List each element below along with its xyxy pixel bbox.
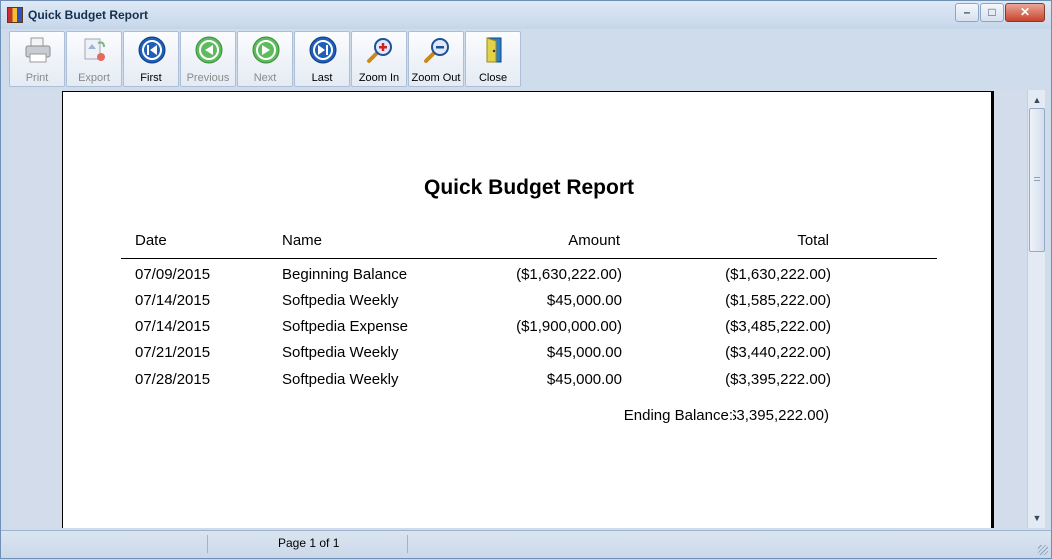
row-name: Beginning Balance — [282, 266, 408, 283]
next-page-button[interactable]: Next — [237, 31, 293, 87]
door-icon — [486, 37, 502, 63]
window-controls: – □ ✕ — [954, 3, 1045, 22]
title-bar[interactable]: Quick Budget Report – □ ✕ — [1, 1, 1051, 29]
window-title: Quick Budget Report — [28, 8, 149, 22]
printer-icon — [25, 37, 51, 63]
last-page-button[interactable]: Last — [294, 31, 350, 87]
close-window-button[interactable]: ✕ — [1005, 3, 1045, 22]
app-icon — [7, 7, 23, 23]
row-name: Softpedia Weekly — [282, 292, 399, 309]
ending-balance-label: Ending Balance: — [623, 407, 733, 424]
print-label: Print — [25, 72, 49, 84]
last-label: Last — [311, 72, 333, 84]
row-date: 07/09/2015 — [135, 266, 211, 283]
close-button[interactable]: Close — [465, 31, 521, 87]
row-amount: $45,000.00 — [546, 292, 622, 309]
zoom-in-label: Zoom In — [358, 72, 400, 84]
row-total: ($1,585,222.00) — [725, 292, 831, 309]
report-window: Quick Budget Report – □ ✕ Print Export F… — [0, 0, 1052, 559]
zoom-in-icon — [367, 38, 392, 63]
export-label: Export — [78, 72, 110, 84]
row-name: Softpedia Weekly — [282, 371, 399, 388]
report-preview-area[interactable]: Quick Budget Report Date Name Amount Tot… — [9, 90, 1027, 528]
report-page: Quick Budget Report Date Name Amount Tot… — [62, 91, 994, 528]
row-total: ($3,485,222.00) — [725, 318, 831, 335]
column-header-name: Name — [282, 232, 323, 249]
report-title: Quick Budget Report — [423, 176, 634, 199]
row-total: ($1,630,222.00) — [725, 266, 831, 283]
column-header-amount: Amount — [568, 232, 620, 249]
row-date: 07/28/2015 — [135, 371, 211, 388]
row-amount: $45,000.00 — [546, 344, 622, 361]
export-button[interactable]: Export — [66, 31, 122, 87]
minimize-button[interactable]: – — [955, 3, 979, 22]
last-page-icon — [309, 36, 337, 64]
zoom-out-button[interactable]: Zoom Out — [408, 31, 464, 87]
row-date: 07/14/2015 — [135, 318, 211, 335]
toolbar: Print Export First Previous Next Last Zo… — [9, 31, 522, 87]
row-date: 07/21/2015 — [135, 344, 211, 361]
page-indicator: Page 1 of 1 — [278, 536, 340, 550]
status-divider — [207, 535, 208, 553]
row-amount: ($1,630,222.00) — [516, 266, 622, 283]
row-amount: ($1,900,000.00) — [516, 318, 622, 335]
maximize-button[interactable]: □ — [980, 3, 1004, 22]
zoom-out-label: Zoom Out — [411, 72, 461, 84]
close-icon: ✕ — [1019, 5, 1031, 19]
row-amount: $45,000.00 — [546, 371, 622, 388]
first-label: First — [140, 72, 162, 84]
scroll-down-arrow-icon[interactable]: ▼ — [1029, 510, 1045, 526]
previous-label: Previous — [186, 72, 230, 84]
previous-page-button[interactable]: Previous — [180, 31, 236, 87]
scroll-up-arrow-icon[interactable]: ▲ — [1029, 92, 1045, 108]
previous-page-icon — [195, 36, 223, 64]
row-date: 07/14/2015 — [135, 292, 211, 309]
row-total: ($3,440,222.00) — [725, 344, 831, 361]
vertical-scrollbar[interactable]: ▲ ▼ — [1027, 90, 1045, 528]
minimize-icon: – — [963, 5, 971, 19]
zoom-in-button[interactable]: Zoom In — [351, 31, 407, 87]
grip-icon — [1034, 177, 1040, 181]
maximize-icon: □ — [988, 5, 996, 19]
next-page-icon — [252, 36, 280, 64]
row-name: Softpedia Expense — [282, 318, 408, 335]
column-header-total: Total — [797, 232, 829, 249]
close-label: Close — [478, 72, 508, 84]
zoom-out-icon — [424, 38, 449, 63]
first-page-button[interactable]: First — [123, 31, 179, 87]
row-name: Softpedia Weekly — [282, 344, 399, 361]
export-icon — [84, 38, 105, 61]
next-label: Next — [253, 72, 277, 84]
header-rule — [121, 258, 937, 259]
print-button[interactable]: Print — [9, 31, 65, 87]
resize-grip-icon[interactable] — [1038, 545, 1048, 555]
column-header-date: Date — [135, 232, 167, 249]
row-total: ($3,395,222.00) — [725, 371, 831, 388]
ending-balance-value: ($3,395,222.00) — [733, 407, 829, 424]
status-bar: Page 1 of 1 — [1, 530, 1051, 558]
first-page-icon — [138, 36, 166, 64]
scroll-thumb[interactable] — [1029, 108, 1045, 252]
status-divider — [407, 535, 408, 553]
